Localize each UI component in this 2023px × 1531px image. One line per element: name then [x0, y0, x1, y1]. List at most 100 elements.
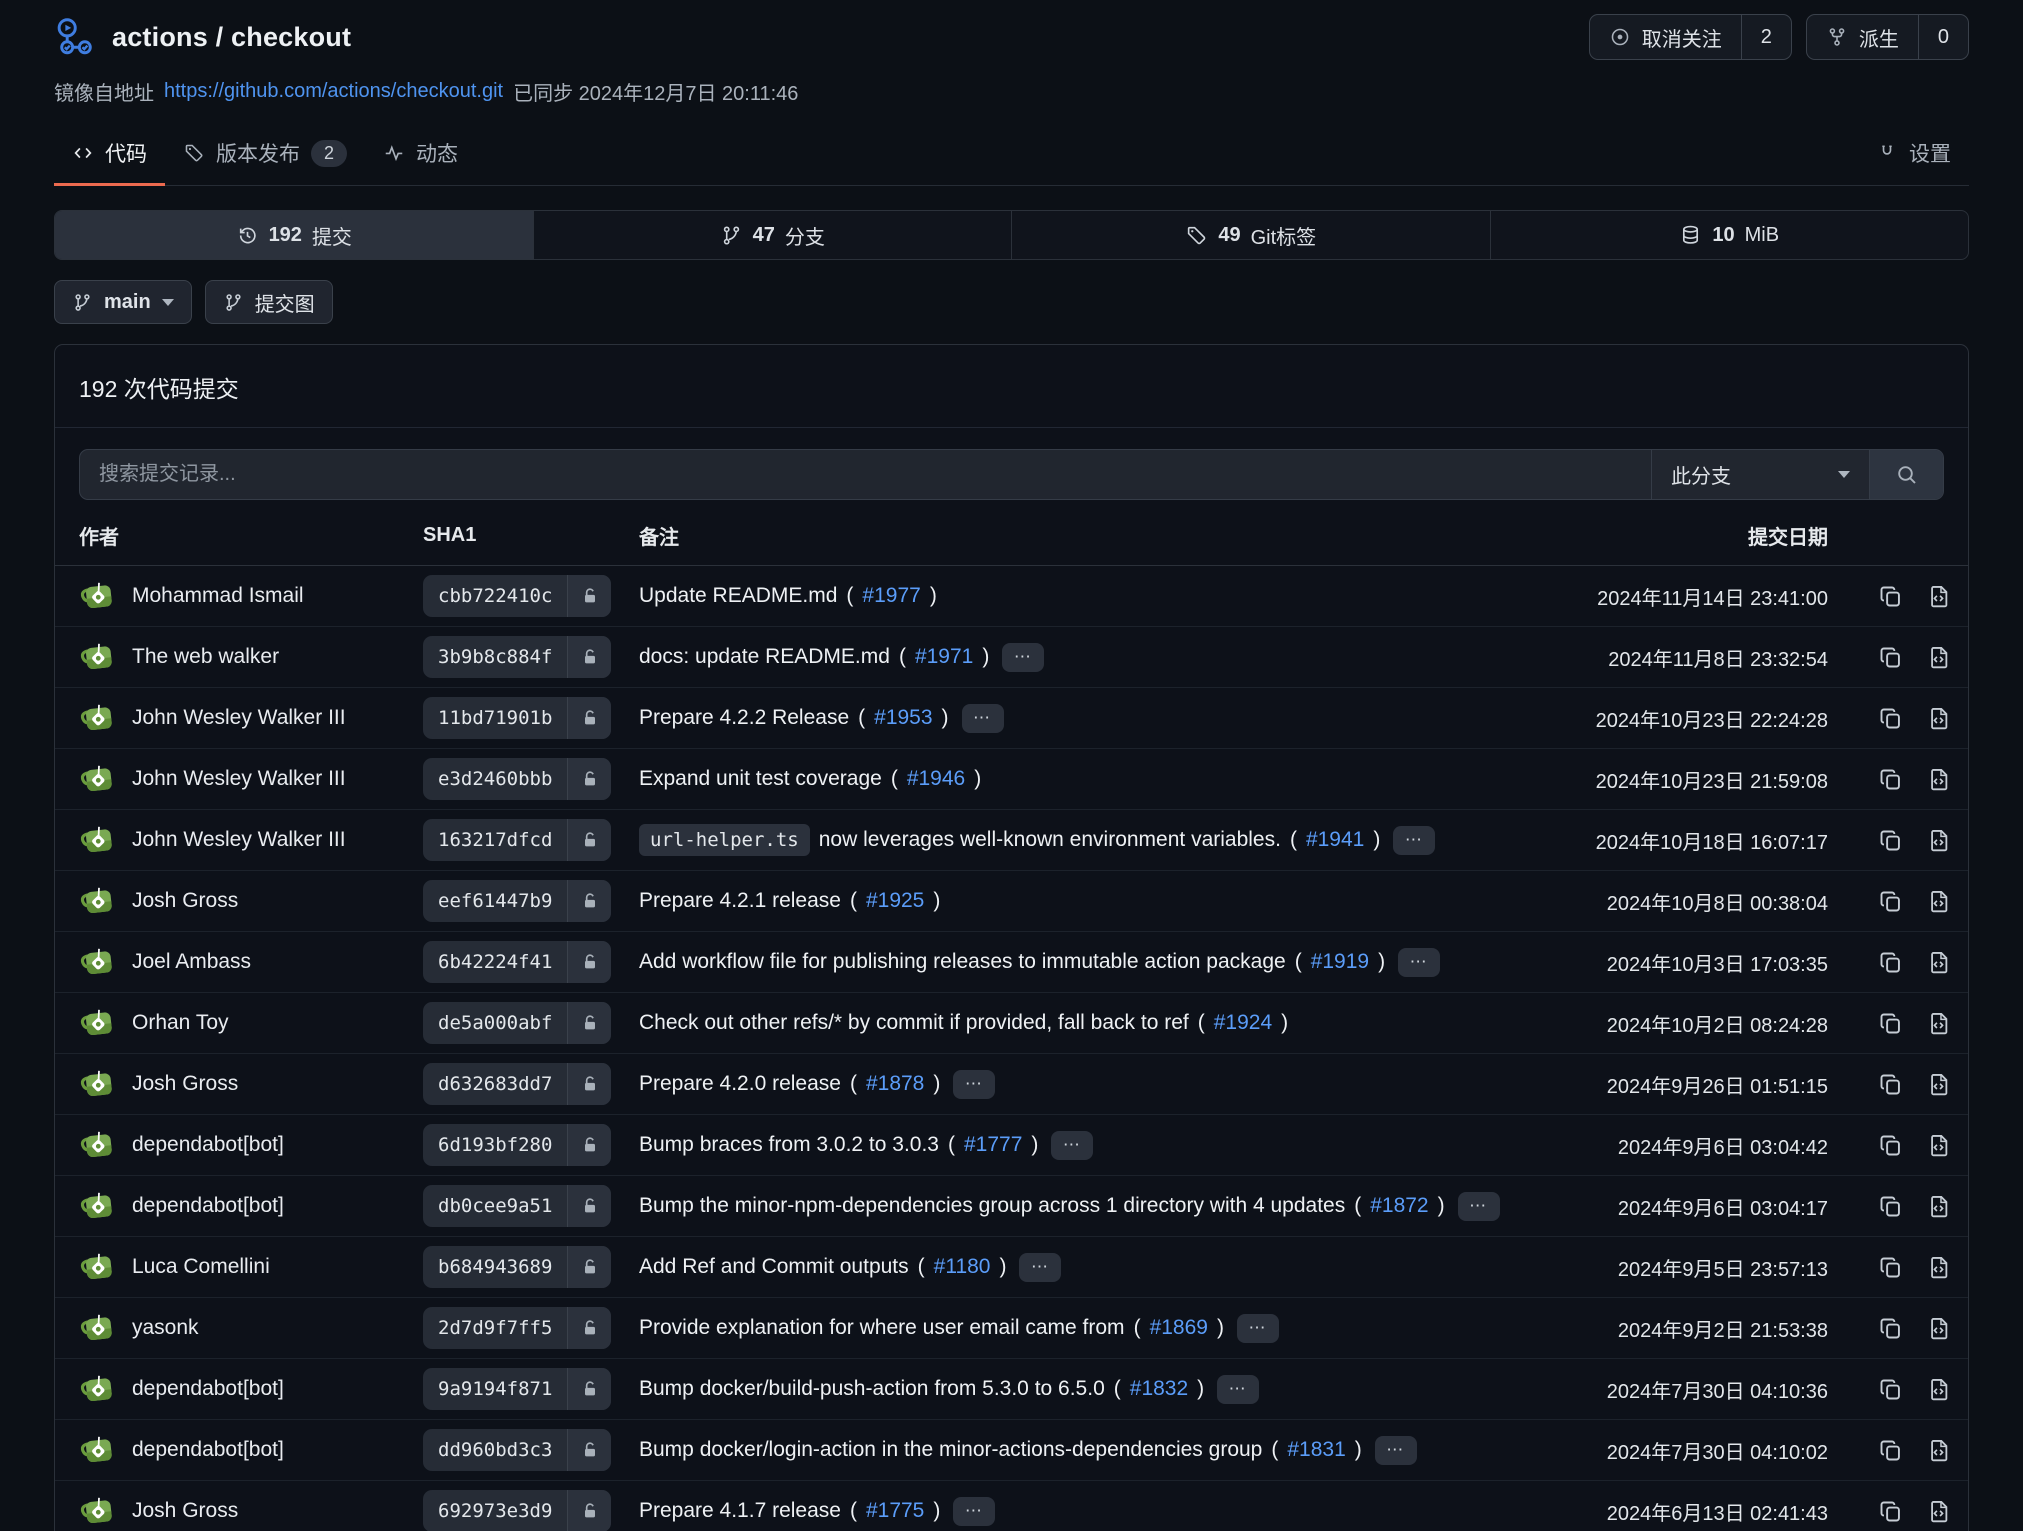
- commit-message[interactable]: Check out other refs/* by commit if prov…: [639, 1011, 1189, 1035]
- commit-message[interactable]: Prepare 4.2.0 release: [639, 1072, 841, 1096]
- copy-sha-button[interactable]: [1877, 1315, 1904, 1342]
- commit-sha-badge[interactable]: e3d2460bbb: [423, 758, 611, 800]
- expand-commit-button[interactable]: ⋯: [1237, 1314, 1279, 1343]
- commit-sha-badge[interactable]: de5a000abf: [423, 1002, 611, 1044]
- fork-button[interactable]: 派生: [1807, 15, 1918, 59]
- issue-link[interactable]: #1775: [866, 1499, 924, 1523]
- expand-commit-button[interactable]: ⋯: [1458, 1192, 1500, 1221]
- expand-commit-button[interactable]: ⋯: [953, 1497, 995, 1526]
- copy-sha-button[interactable]: [1877, 1193, 1904, 1220]
- avatar[interactable]: [79, 577, 117, 615]
- view-file-at-commit-button[interactable]: [1925, 1498, 1952, 1525]
- author-name[interactable]: dependabot[bot]: [132, 1377, 284, 1401]
- commit-sha-badge[interactable]: 163217dfcd: [423, 819, 611, 861]
- mirror-url-link[interactable]: https://github.com/actions/checkout.git: [164, 80, 503, 103]
- author-name[interactable]: dependabot[bot]: [132, 1133, 284, 1157]
- copy-sha-button[interactable]: [1877, 827, 1904, 854]
- author-name[interactable]: dependabot[bot]: [132, 1194, 284, 1218]
- copy-sha-button[interactable]: [1877, 1071, 1904, 1098]
- issue-link[interactable]: #1941: [1306, 828, 1364, 852]
- commit-message[interactable]: Bump braces from 3.0.2 to 3.0.3: [639, 1133, 939, 1157]
- expand-commit-button[interactable]: ⋯: [962, 704, 1004, 733]
- commit-message[interactable]: Bump the minor-npm-dependencies group ac…: [639, 1194, 1345, 1218]
- author-name[interactable]: Josh Gross: [132, 1499, 238, 1523]
- avatar[interactable]: [79, 1431, 117, 1469]
- expand-commit-button[interactable]: ⋯: [953, 1070, 995, 1099]
- author-name[interactable]: John Wesley Walker III: [132, 828, 346, 852]
- commit-sha-badge[interactable]: b684943689: [423, 1246, 611, 1288]
- commit-sha-badge[interactable]: 3b9b8c884f: [423, 636, 611, 678]
- copy-sha-button[interactable]: [1877, 644, 1904, 671]
- issue-link[interactable]: #1832: [1130, 1377, 1188, 1401]
- commit-message[interactable]: Update README.md: [639, 584, 837, 608]
- view-file-at-commit-button[interactable]: [1925, 1254, 1952, 1281]
- copy-sha-button[interactable]: [1877, 1254, 1904, 1281]
- issue-link[interactable]: #1971: [915, 645, 973, 669]
- commit-sha-badge[interactable]: 692973e3d9: [423, 1490, 611, 1531]
- view-file-at-commit-button[interactable]: [1925, 705, 1952, 732]
- avatar[interactable]: [79, 943, 117, 981]
- copy-sha-button[interactable]: [1877, 1010, 1904, 1037]
- avatar[interactable]: [79, 1004, 117, 1042]
- unwatch-button[interactable]: 取消关注: [1590, 15, 1741, 59]
- commit-message[interactable]: now leverages well-known environment var…: [819, 828, 1281, 852]
- copy-sha-button[interactable]: [1877, 1376, 1904, 1403]
- fork-button-group[interactable]: 派生 0: [1806, 14, 1969, 60]
- avatar[interactable]: [79, 1248, 117, 1286]
- view-file-at-commit-button[interactable]: [1925, 1132, 1952, 1159]
- author-name[interactable]: John Wesley Walker III: [132, 706, 346, 730]
- issue-link[interactable]: #1831: [1287, 1438, 1345, 1462]
- issue-link[interactable]: #1869: [1150, 1316, 1208, 1340]
- commit-message[interactable]: Add Ref and Commit outputs: [639, 1255, 909, 1279]
- avatar[interactable]: [79, 1126, 117, 1164]
- view-file-at-commit-button[interactable]: [1925, 1071, 1952, 1098]
- commit-sha-badge[interactable]: dd960bd3c3: [423, 1429, 611, 1471]
- issue-link[interactable]: #1946: [907, 767, 965, 791]
- commit-message[interactable]: Bump docker/login-action in the minor-ac…: [639, 1438, 1262, 1462]
- avatar[interactable]: [79, 1065, 117, 1103]
- issue-link[interactable]: #1919: [1311, 950, 1369, 974]
- expand-commit-button[interactable]: ⋯: [1002, 643, 1044, 672]
- commit-message[interactable]: Prepare 4.2.1 release: [639, 889, 841, 913]
- avatar[interactable]: [79, 1492, 117, 1530]
- branch-filter-dropdown[interactable]: 此分支: [1651, 450, 1869, 499]
- search-button[interactable]: [1869, 450, 1943, 499]
- commit-message[interactable]: Bump docker/build-push-action from 5.3.0…: [639, 1377, 1105, 1401]
- avatar[interactable]: [79, 1309, 117, 1347]
- stat-size[interactable]: 10 MiB: [1490, 211, 1969, 259]
- avatar[interactable]: [79, 638, 117, 676]
- branch-selector[interactable]: main: [54, 280, 192, 324]
- commit-message[interactable]: Add workflow file for publishing release…: [639, 950, 1286, 974]
- commit-sha-badge[interactable]: d632683dd7: [423, 1063, 611, 1105]
- tab-releases[interactable]: 版本发布 2: [165, 130, 365, 186]
- expand-commit-button[interactable]: ⋯: [1019, 1253, 1061, 1282]
- view-file-at-commit-button[interactable]: [1925, 949, 1952, 976]
- view-file-at-commit-button[interactable]: [1925, 1437, 1952, 1464]
- commit-message[interactable]: Expand unit test coverage: [639, 767, 882, 791]
- commit-sha-badge[interactable]: 6d193bf280: [423, 1124, 611, 1166]
- tab-settings[interactable]: 设置: [1858, 130, 1969, 186]
- avatar[interactable]: [79, 821, 117, 859]
- issue-link[interactable]: #1872: [1370, 1194, 1428, 1218]
- stat-commits[interactable]: 192 提交: [55, 211, 533, 259]
- issue-link[interactable]: #1953: [874, 706, 932, 730]
- avatar[interactable]: [79, 760, 117, 798]
- commit-message[interactable]: docs: update README.md: [639, 645, 890, 669]
- view-file-at-commit-button[interactable]: [1925, 1376, 1952, 1403]
- author-name[interactable]: The web walker: [132, 645, 279, 669]
- author-name[interactable]: dependabot[bot]: [132, 1438, 284, 1462]
- author-name[interactable]: yasonk: [132, 1316, 199, 1340]
- issue-link[interactable]: #1878: [866, 1072, 924, 1096]
- copy-sha-button[interactable]: [1877, 583, 1904, 610]
- view-file-at-commit-button[interactable]: [1925, 1193, 1952, 1220]
- commit-sha-badge[interactable]: 6b42224f41: [423, 941, 611, 983]
- copy-sha-button[interactable]: [1877, 888, 1904, 915]
- tab-activity[interactable]: 动态: [365, 130, 476, 186]
- author-name[interactable]: Josh Gross: [132, 1072, 238, 1096]
- commit-graph-button[interactable]: 提交图: [205, 280, 333, 324]
- author-name[interactable]: Orhan Toy: [132, 1011, 229, 1035]
- commit-sha-badge[interactable]: 9a9194f871: [423, 1368, 611, 1410]
- issue-link[interactable]: #1924: [1214, 1011, 1272, 1035]
- author-name[interactable]: Luca Comellini: [132, 1255, 270, 1279]
- stat-tags[interactable]: 49 Git标签: [1011, 211, 1490, 259]
